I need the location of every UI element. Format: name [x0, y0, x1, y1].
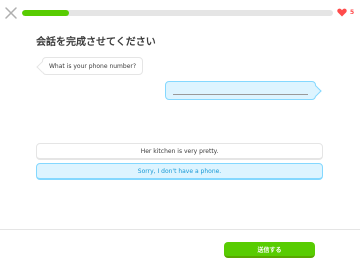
- progress-bar: [22, 10, 333, 16]
- submit-button[interactable]: 送信する: [224, 242, 315, 258]
- close-button[interactable]: [4, 6, 18, 20]
- submit-button-label: 送信する: [257, 246, 282, 254]
- footer-divider: [0, 229, 360, 230]
- close-icon: [4, 6, 18, 20]
- choice-option-1-label: Her kitchen is very pretty.: [140, 147, 219, 155]
- hearts-counter: 5: [337, 8, 354, 17]
- answer-blank: [173, 94, 308, 95]
- choice-option-1[interactable]: Her kitchen is very pretty.: [36, 143, 323, 160]
- answer-bubble-tail: [310, 85, 322, 97]
- progress-bar-fill: [22, 10, 69, 16]
- hearts-count: 5: [350, 9, 355, 16]
- page-title: 会話を完成させてください: [36, 37, 156, 48]
- answer-bubble: [165, 81, 322, 100]
- choice-option-2[interactable]: Sorry, I don't have a phone.: [36, 163, 323, 180]
- choice-option-2-label: Sorry, I don't have a phone.: [137, 167, 222, 175]
- question-bubble-tail: [36, 61, 48, 73]
- question-bubble: What is your phone number?: [36, 57, 144, 75]
- heart-icon: [337, 8, 347, 17]
- question-text: What is your phone number?: [49, 62, 137, 70]
